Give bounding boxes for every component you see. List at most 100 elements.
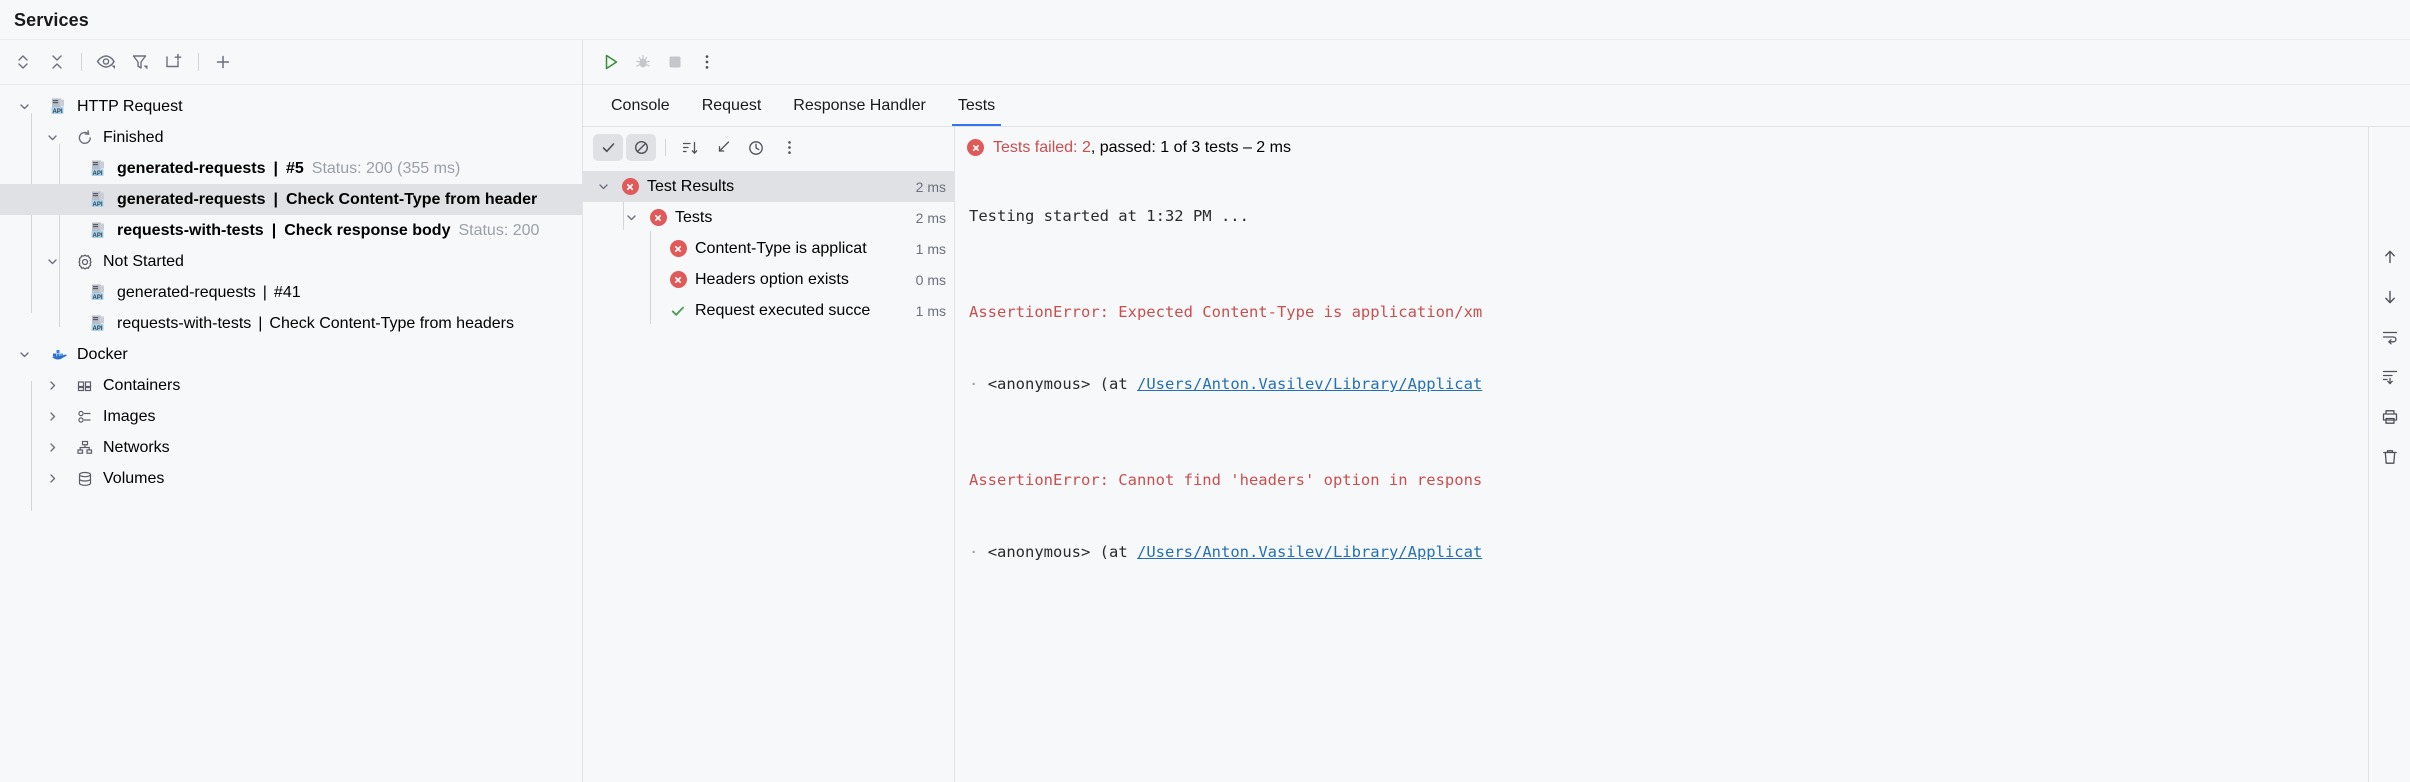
containers-icon [74, 377, 96, 395]
tree-node-request-finished-3[interactable]: API requests-with-tests | Check response… [0, 215, 582, 246]
tree-node-http-request[interactable]: API HTTP Request [0, 91, 582, 122]
api-file-icon: API [88, 314, 110, 333]
tree-node-finished[interactable]: Finished [0, 122, 582, 153]
tab-request[interactable]: Request [686, 85, 778, 126]
toolbar-separator [81, 53, 82, 71]
api-file-icon: API [88, 283, 110, 302]
request-file-name: requests-with-tests [117, 222, 264, 240]
main-split: API HTTP Request Finished [0, 40, 2410, 782]
test-node-content-type[interactable]: Content-Type is applicat 1 ms [583, 233, 954, 264]
tab-label: Console [611, 97, 670, 115]
test-output-column: Tests failed: 2 , passed: 1 of 3 tests –… [955, 127, 2368, 782]
error-icon [647, 209, 669, 226]
tab-response-handler[interactable]: Response Handler [777, 85, 942, 126]
error-icon [667, 271, 689, 288]
name-separator: | [274, 160, 278, 178]
tree-node-volumes[interactable]: Volumes [0, 463, 582, 494]
console-trace-link-1[interactable]: /Users/Anton.Vasilev/Library/Applicat [1137, 375, 1482, 393]
tree-node-label: Volumes [103, 470, 164, 488]
show-ignored-icon[interactable] [626, 134, 656, 161]
tree-node-label: Networks [103, 439, 170, 457]
test-node-label: Headers option exists [695, 271, 910, 289]
show-history-icon[interactable] [741, 134, 771, 161]
chevron-down-icon[interactable] [42, 131, 62, 144]
chevron-right-icon[interactable] [42, 410, 62, 423]
expand-selection-icon[interactable] [708, 134, 738, 161]
tree-node-not-started[interactable]: Not Started [0, 246, 582, 277]
console-trace-prefix-1: <anonymous> (at [988, 375, 1137, 393]
tab-console[interactable]: Console [595, 85, 686, 126]
chevron-down-icon[interactable] [621, 211, 641, 224]
console-trace-link-2[interactable]: /Users/Anton.Vasilev/Library/Applicat [1137, 543, 1482, 561]
print-icon[interactable] [2376, 405, 2404, 429]
more-options-icon[interactable] [691, 47, 723, 77]
test-node-request-executed[interactable]: Request executed succe 1 ms [583, 295, 954, 326]
request-file-name: generated-requests [117, 160, 266, 178]
sort-by-duration-icon[interactable] [675, 134, 705, 161]
chevron-down-icon[interactable] [593, 180, 613, 193]
tree-node-request-notstarted-1[interactable]: API generated-requests | #41 [0, 277, 582, 308]
name-separator: | [272, 222, 276, 240]
request-status: Status: 200 [458, 222, 539, 240]
scroll-to-end-icon[interactable] [2376, 365, 2404, 389]
chevron-right-icon[interactable] [42, 472, 62, 485]
tests-total-label: of 3 tests – 2 ms [1174, 139, 1291, 157]
request-file-name: generated-requests [117, 191, 266, 209]
request-file-name: requests-with-tests [117, 315, 251, 333]
api-file-icon: API [88, 159, 110, 178]
tree-node-containers[interactable]: Containers [0, 370, 582, 401]
test-summary: Tests failed: 2 , passed: 1 of 3 tests –… [955, 127, 2368, 168]
tests-failed-count: 2 [1082, 139, 1091, 157]
expand-collapse-icon[interactable] [6, 47, 40, 77]
name-separator: | [263, 284, 267, 302]
name-separator: | [258, 315, 262, 333]
services-tree[interactable]: API HTTP Request Finished [0, 85, 582, 782]
chevron-down-icon[interactable] [14, 100, 34, 113]
scroll-down-icon[interactable] [2376, 285, 2404, 309]
tab-bar: Console Request Response Handler Tests [583, 85, 2410, 127]
test-node-headers-option[interactable]: Headers option exists 0 ms [583, 264, 954, 295]
chevron-right-icon[interactable] [42, 379, 62, 392]
console-output[interactable]: Testing started at 1:32 PM ... Assertion… [955, 168, 2368, 782]
tree-node-label: Containers [103, 377, 180, 395]
svg-text:API: API [52, 109, 62, 115]
refresh-icon [74, 129, 96, 147]
tree-node-request-finished-2[interactable]: API generated-requests | Check Content-T… [0, 184, 582, 215]
chevron-down-icon[interactable] [42, 255, 62, 268]
tree-node-request-finished-1[interactable]: API generated-requests | #5 Status: 200 … [0, 153, 582, 184]
test-results-tree[interactable]: Test Results 2 ms Tests 2 ms [583, 168, 954, 782]
filter-icon[interactable] [123, 47, 157, 77]
test-node-duration: 2 ms [916, 210, 946, 226]
soft-wrap-icon[interactable] [2376, 325, 2404, 349]
chevron-down-icon[interactable] [14, 348, 34, 361]
api-file-icon: API [48, 97, 70, 116]
test-toolbar-separator [665, 139, 666, 156]
run-icon[interactable] [595, 47, 627, 77]
console-line-info: Testing started at 1:32 PM ... [969, 207, 1249, 225]
tab-tests[interactable]: Tests [942, 85, 1011, 126]
test-toolbar [583, 127, 954, 168]
tree-node-docker[interactable]: Docker [0, 339, 582, 370]
services-toolbar [0, 40, 582, 85]
tree-node-label: Docker [77, 346, 128, 364]
run-panel: Console Request Response Handler Tests [583, 40, 2410, 782]
debug-icon[interactable] [627, 47, 659, 77]
api-file-icon: API [88, 221, 110, 240]
eye-icon[interactable] [89, 47, 123, 77]
chevron-right-icon[interactable] [42, 441, 62, 454]
show-passed-icon[interactable] [593, 134, 623, 161]
test-node-results[interactable]: Test Results 2 ms [583, 171, 954, 202]
add-tab-icon[interactable] [157, 47, 191, 77]
collapse-all-icon[interactable] [40, 47, 74, 77]
plus-icon[interactable] [206, 47, 240, 77]
stop-icon[interactable] [659, 47, 691, 77]
tree-node-request-notstarted-2[interactable]: API requests-with-tests | Check Content-… [0, 308, 582, 339]
tree-node-images[interactable]: Images [0, 401, 582, 432]
test-more-options-icon[interactable] [774, 134, 804, 161]
test-node-tests[interactable]: Tests 2 ms [583, 202, 954, 233]
scroll-up-icon[interactable] [2376, 245, 2404, 269]
test-results-column: Test Results 2 ms Tests 2 ms [583, 127, 955, 782]
request-status: Status: 200 (355 ms) [312, 160, 461, 178]
clear-all-icon[interactable] [2376, 445, 2404, 469]
tree-node-networks[interactable]: Networks [0, 432, 582, 463]
